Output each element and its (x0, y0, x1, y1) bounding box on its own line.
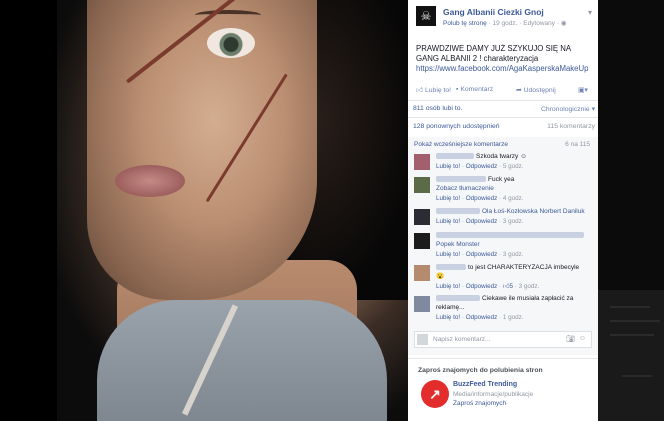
post-actions: 👍︎ Lubię to! ▪ Komentarz ➦ Udostępnij ▣▾ (416, 86, 596, 98)
invite-friends-link[interactable]: Zaproś znajomych (453, 400, 506, 407)
avatar[interactable] (414, 177, 430, 193)
avatar[interactable] (414, 296, 430, 312)
share-icon: ➦ (516, 87, 522, 94)
post-time[interactable]: 19 godz. (493, 20, 518, 27)
follow-page-link[interactable]: Polub tę stronę (443, 20, 487, 27)
shares-count[interactable]: 128 ponownych udostępnień (413, 123, 500, 130)
comment-action[interactable]: ▪ Komentarz (456, 86, 493, 93)
commenter-name[interactable] (436, 153, 474, 160)
comment-like-link[interactable]: Lubię to! (436, 163, 460, 170)
post-meta: Polub tę stronę · 19 godz. · Edytowany ·… (443, 20, 567, 27)
photo-viewer: ☠ Gang Albanii Ciezki Gnoj Polub tę stro… (0, 0, 664, 421)
avatar[interactable] (414, 233, 430, 249)
emoji-icon: 😮 (436, 272, 445, 280)
viewer-backdrop-left (0, 0, 57, 421)
share-action[interactable]: ➦ Udostępnij (516, 86, 556, 94)
post-text: PRAWDZIWE DAMY JUŻ SZYKUJO SIĘ NA GANG A… (416, 44, 594, 74)
page-name[interactable]: Gang Albanii Ciezki Gnoj (443, 7, 544, 17)
comment-reply-link[interactable]: Odpowiedz (466, 195, 498, 202)
globe-icon: ◉ (560, 20, 567, 27)
viewer-backdrop-right (598, 0, 664, 421)
avatar[interactable] (414, 209, 430, 225)
comments-range: 6 na 115 (565, 141, 590, 148)
commenter-name[interactable] (436, 208, 480, 215)
page-avatar[interactable]: ☠ (416, 6, 436, 26)
comment-like-link[interactable]: Lubię to! (436, 251, 460, 258)
comment-input[interactable]: Napisz komentarz... 📷︎ ☺ (414, 331, 592, 348)
comment-reply-link[interactable]: Odpowiedz (466, 283, 498, 290)
post-photo[interactable] (57, 0, 409, 421)
comment-like-link[interactable]: Lubię to! (436, 218, 460, 225)
comment-reply-link[interactable]: Odpowiedz (466, 163, 498, 170)
comment-reply-link[interactable]: Odpowiedz (466, 251, 498, 258)
comment-reply-link[interactable]: Odpowiedz (466, 314, 498, 321)
avatar (417, 334, 428, 345)
post-body: PRAWDZIWE DAMY JUŻ SZYKUJO SIĘ NA GANG A… (416, 44, 571, 63)
commenter-name[interactable] (436, 295, 480, 302)
show-previous-comments[interactable]: Pokaż wcześniejsze komentarze (414, 141, 508, 148)
smile-icon[interactable]: ☺ (579, 335, 586, 342)
thumb-up-icon: 👍︎ (502, 283, 510, 290)
post-sidebar: ☠ Gang Albanii Ciezki Gnoj Polub tę stro… (408, 0, 598, 421)
avatar[interactable] (414, 154, 430, 170)
shares-row: 128 ponownych udostępnień 115 komentarzy (413, 123, 595, 130)
comment-reply-link[interactable]: Odpowiedz (466, 218, 498, 225)
suggested-page-category: Media/informacje/publikacje (453, 391, 534, 398)
suggested-page-name[interactable]: BuzzFeed Trending (453, 381, 517, 388)
smile-icon: ☺ (520, 153, 527, 160)
commenter-name[interactable] (436, 232, 584, 239)
sort-order[interactable]: Chronologicznie ▾ (541, 105, 595, 113)
comment-like-link[interactable]: Lubię to! (436, 314, 460, 321)
post-link[interactable]: https://www.facebook.com/AgaKasperskaMak… (416, 64, 594, 74)
trending-arrow-icon[interactable]: ↗ (421, 380, 449, 408)
chevron-down-icon[interactable]: ▾ (588, 8, 592, 17)
invite-heading: Zaproś znajomych do polubienia stron (418, 367, 543, 374)
audience-selector[interactable]: ▣▾ (578, 86, 588, 94)
comment-like-link[interactable]: Lubię to! (436, 283, 460, 290)
thumb-up-icon: 👍︎ (416, 87, 424, 94)
commenter-name[interactable] (436, 264, 466, 271)
post-header: ☠ Gang Albanii Ciezki Gnoj Polub tę stro… (416, 6, 596, 36)
camera-icon[interactable]: 📷︎ (566, 335, 575, 343)
comment-like-link[interactable]: Lubię to! (436, 195, 460, 202)
avatar[interactable] (414, 265, 430, 281)
comments-section: Pokaż wcześniejsze komentarze 6 na 115 S… (408, 137, 598, 355)
comment-icon: ▪ (456, 86, 459, 93)
like-action[interactable]: 👍︎ Lubię to! (416, 86, 451, 94)
commenter-name[interactable] (436, 176, 486, 183)
see-translation-link[interactable]: Zobacz tłumaczenie (436, 185, 494, 192)
comment-likes-count[interactable]: 👍︎5 (503, 283, 513, 290)
comments-total: 115 komentarzy (547, 123, 595, 130)
likes-count[interactable]: 811 osób lubi to. (413, 105, 462, 112)
edited-label[interactable]: Edytowany (523, 20, 555, 27)
